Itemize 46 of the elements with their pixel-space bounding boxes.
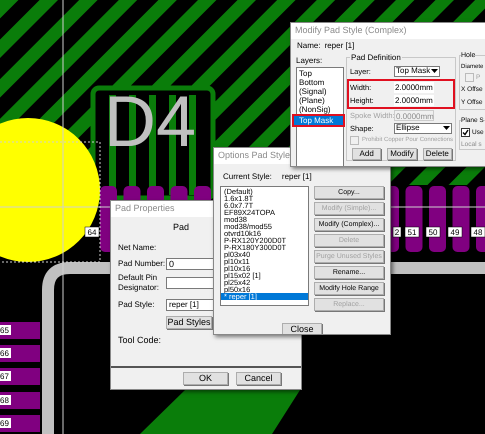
- list-item[interactable]: (Signal): [297, 87, 343, 96]
- dialog-button[interactable]: Add: [352, 148, 382, 160]
- field-value: reper [1]: [324, 40, 354, 52]
- window-title: Pad Properties: [115, 202, 175, 216]
- list-item[interactable]: Top: [297, 69, 343, 78]
- dialog-button[interactable]: Delete: [422, 148, 452, 160]
- pad-number-label: 50: [426, 226, 440, 238]
- list-item[interactable]: Top Mask: [294, 116, 343, 125]
- dialog-button[interactable]: Cancel: [236, 372, 281, 385]
- section-title: Pad: [173, 221, 190, 234]
- field-label: Current Style:: [223, 171, 272, 183]
- pad-number-label: 69: [0, 418, 11, 428]
- pad-number-label: 64: [84, 226, 100, 238]
- pad-number-label: 48: [470, 226, 485, 238]
- field-value: reper [1]: [282, 171, 312, 183]
- list-item[interactable]: (NonSig): [297, 105, 343, 114]
- pad-number-label: 2: [392, 226, 402, 238]
- list-item[interactable]: (Plane): [297, 96, 343, 105]
- pad-number-label: 51: [404, 226, 420, 238]
- dropdown[interactable]: Top Mask: [394, 66, 440, 77]
- checkmark-icon: [462, 129, 469, 136]
- pad-number-label: 65: [0, 325, 11, 335]
- dropdown-arrow-icon: [431, 69, 438, 74]
- field-label: Tool Code:: [118, 334, 162, 346]
- pad-number-label: 49: [448, 226, 462, 238]
- field-label: Pad Style:: [118, 300, 156, 310]
- input-field[interactable]: 2.0000mm: [394, 95, 434, 106]
- dialog-button[interactable]: OK: [183, 372, 228, 385]
- field-label: Layers:: [296, 55, 324, 67]
- dropdown[interactable]: Ellipse: [394, 122, 452, 134]
- field-label: Default Pin Designator:: [118, 272, 160, 292]
- checkbox[interactable]: [461, 128, 470, 138]
- list-item[interactable]: Bottom: [297, 78, 343, 87]
- dialog-button[interactable]: Modify: [387, 148, 417, 160]
- dialog-button[interactable]: Pad Styles: [166, 316, 212, 328]
- pad-number-label: 67: [0, 371, 11, 381]
- field-label: Name:: [297, 40, 321, 52]
- dropdown-arrow-icon: [443, 126, 450, 130]
- field-label: Net Name:: [118, 242, 158, 252]
- input-field[interactable]: 2.0000mm: [394, 82, 434, 94]
- dialog-button[interactable]: Close: [282, 323, 322, 334]
- field-label: Pad Number:: [118, 258, 166, 268]
- pad-number-label: 66: [0, 348, 11, 358]
- window-title: Options Pad Style: [218, 149, 290, 162]
- window-title: Modify Pad Style (Complex): [295, 24, 407, 38]
- pad-number-label: 68: [0, 395, 11, 405]
